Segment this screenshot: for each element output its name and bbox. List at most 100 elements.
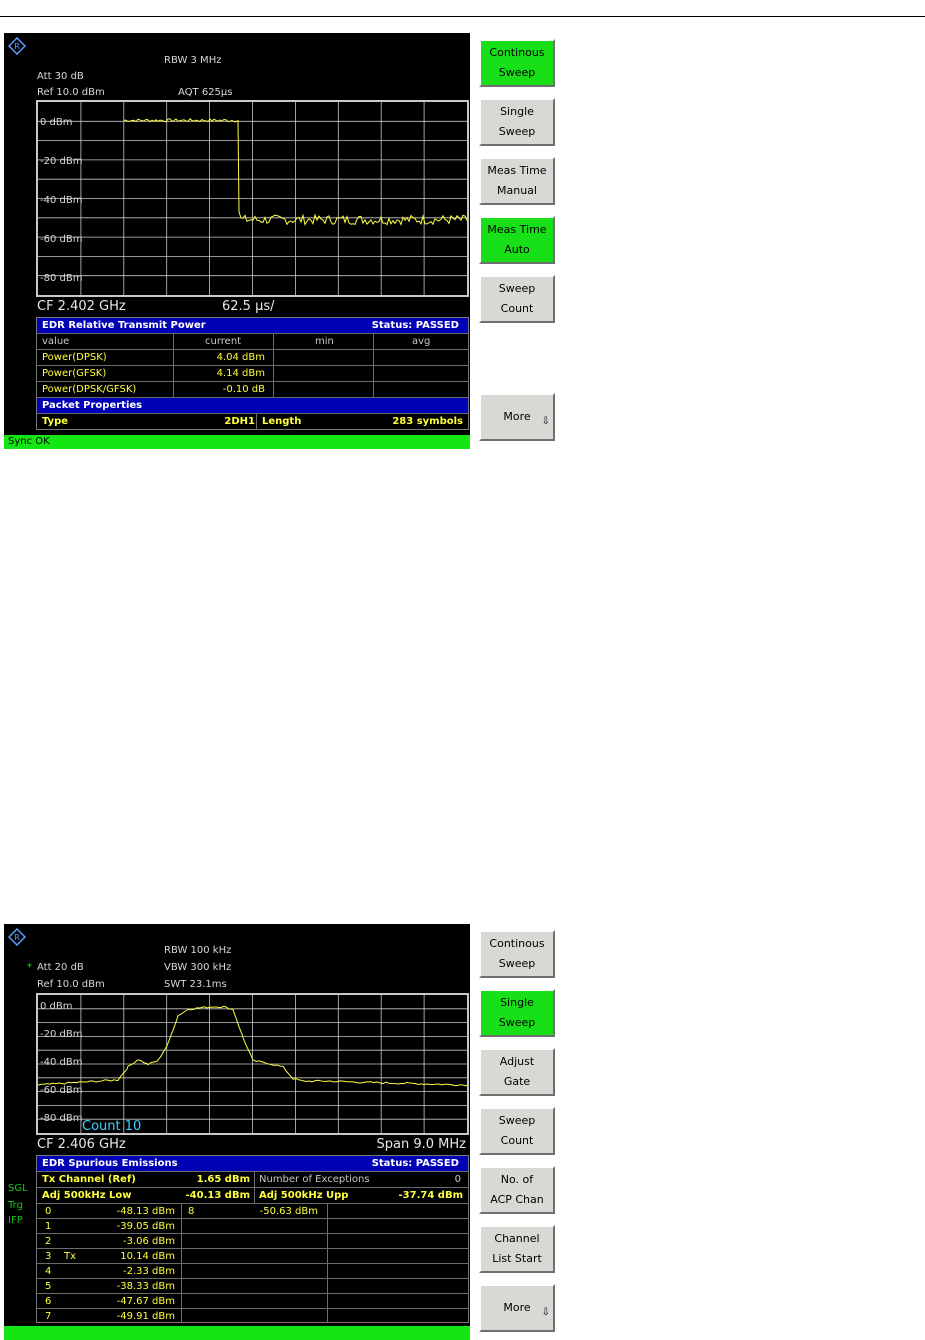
channel-num: 6: [45, 1296, 52, 1307]
y-label: -20 dBm: [40, 1029, 83, 1040]
adjacent-row: Adj 500kHz Low -40.13 dBm Adj 500kHz Upp…: [37, 1188, 468, 1204]
more-button[interactable]: More ⇩: [479, 1284, 555, 1332]
rs-logo-icon: R: [8, 928, 26, 946]
svg-text:R: R: [14, 42, 20, 51]
span-label: Span 9.0 MHz: [376, 1137, 466, 1152]
adj-low-label: Adj 500kHz Low: [42, 1190, 132, 1201]
packet-title-bar: Packet Properties: [37, 398, 468, 414]
screen1-display: R RBW 3 MHz Att 30 dB Ref 10.0 dBm AQT 6…: [4, 33, 470, 449]
channel-num: 0: [45, 1206, 52, 1217]
row-label: Power(DPSK): [42, 352, 107, 363]
packet-length-label: Length: [262, 416, 302, 427]
channel-value: -50.63 dBm: [259, 1206, 318, 1217]
row-current: 4.04 dBm: [216, 352, 265, 363]
y-label: -40 dBm: [40, 1057, 83, 1068]
channel-num: 5: [45, 1281, 52, 1292]
y-label: -40 dBm: [40, 195, 83, 206]
col-header-value: value: [42, 336, 70, 347]
table-row: 0 -48.13 dBm 8 -50.63 dBm: [37, 1204, 468, 1219]
swt-label: SWT 23.1ms: [164, 979, 227, 990]
ref-label: Ref 10.0 dBm: [37, 979, 105, 990]
channel-list-start-button[interactable]: Channel List Start: [479, 1225, 555, 1273]
result-title: EDR Spurious Emissions: [42, 1158, 178, 1169]
trace-grid: 0 dBm -20 dBm -40 dBm -60 dBm -80 dBm: [36, 100, 469, 297]
col-header-min: min: [315, 336, 334, 347]
more-button[interactable]: More ⇩: [479, 393, 555, 441]
y-label: -80 dBm: [40, 273, 83, 284]
adj-low-value: -40.13 dBm: [185, 1190, 250, 1201]
row-current: -0.10 dB: [222, 384, 265, 395]
table-row: 2 -3.06 dBm: [37, 1234, 468, 1249]
single-sweep-button[interactable]: Single Sweep: [479, 98, 555, 146]
meas-time-auto-button[interactable]: Meas Time Auto: [479, 216, 555, 264]
channel-num: 7: [45, 1311, 52, 1322]
channel-value: -48.13 dBm: [116, 1206, 175, 1217]
ifp-indicator: IFP: [8, 1215, 23, 1226]
channel-value: -3.06 dBm: [122, 1236, 175, 1247]
channel-value: -39.05 dBm: [116, 1221, 175, 1232]
exceptions-value: 0: [454, 1174, 461, 1185]
sgl-indicator: SGL: [8, 1183, 28, 1194]
channel-num: 8: [188, 1206, 195, 1217]
rbw-label: RBW 3 MHz: [164, 55, 222, 66]
acp-channel-count-button[interactable]: No. of ACP Chan: [479, 1166, 555, 1214]
status-bar: Sync OK: [4, 435, 470, 449]
y-label: -20 dBm: [40, 156, 83, 167]
center-frequency: CF 2.406 GHz: [37, 1137, 126, 1152]
table-row: 4 -2.33 dBm: [37, 1264, 468, 1279]
channel-value: -2.33 dBm: [122, 1266, 175, 1277]
row-label: Power(DPSK/GFSK): [42, 384, 137, 395]
y-label: 0 dBm: [40, 1001, 73, 1012]
channel-value: -38.33 dBm: [116, 1281, 175, 1292]
column-divider: [327, 1204, 328, 1323]
col-header-avg: avg: [412, 336, 431, 347]
channel-num: 1: [45, 1221, 52, 1232]
packet-type-value: 2DH1: [224, 416, 255, 427]
table-row: 3 Tx 10.14 dBm: [37, 1249, 468, 1264]
arrow-down-icon: ⇩: [541, 1307, 550, 1318]
channel-num: 2: [45, 1236, 52, 1247]
result-table: EDR Relative Transmit Power Status: PASS…: [36, 317, 469, 430]
trg-indicator: Trg: [8, 1200, 23, 1211]
trace-plot: [38, 102, 467, 295]
column-divider: [373, 334, 374, 398]
table-row: 5 -38.33 dBm: [37, 1279, 468, 1294]
att-marker: *: [27, 962, 32, 973]
channel-value: -47.67 dBm: [116, 1296, 175, 1307]
ref-label: Ref 10.0 dBm: [37, 87, 105, 98]
channel-num: 3: [45, 1251, 52, 1262]
packet-type-label: Type: [42, 416, 69, 427]
adj-upp-value: -37.74 dBm: [398, 1190, 463, 1201]
column-divider: [254, 1172, 255, 1204]
page-top-rule: [0, 16, 925, 17]
result-title-bar: EDR Spurious Emissions Status: PASSED: [37, 1156, 468, 1172]
channel-value: 10.14 dBm: [120, 1251, 175, 1262]
continous-sweep-button[interactable]: Continous Sweep: [479, 39, 555, 87]
column-divider: [273, 334, 274, 398]
column-divider: [181, 1204, 182, 1323]
aqt-label: AQT 625µs: [178, 87, 233, 98]
screen2-display: R RBW 100 kHz * Att 20 dB VBW 300 kHz Re…: [4, 924, 470, 1340]
sweep-count-button[interactable]: Sweep Count: [479, 275, 555, 323]
meas-time-manual-button[interactable]: Meas Time Manual: [479, 157, 555, 205]
rs-logo-icon: R: [8, 37, 26, 55]
adjust-gate-button[interactable]: Adjust Gate: [479, 1048, 555, 1096]
time-scale: 62.5 µs/: [222, 299, 275, 314]
vbw-label: VBW 300 kHz: [164, 962, 232, 973]
packet-length-value: 283 symbols: [392, 416, 463, 427]
sweep-count-button[interactable]: Sweep Count: [479, 1107, 555, 1155]
table-row: Power(DPSK) 4.04 dBm: [37, 350, 468, 366]
spurious-table: EDR Spurious Emissions Status: PASSED Tx…: [36, 1155, 469, 1323]
arrow-down-icon: ⇩: [541, 416, 550, 427]
svg-text:R: R: [14, 933, 20, 942]
spectrum-plot: [38, 995, 467, 1133]
y-label: -60 dBm: [40, 1085, 83, 1096]
tx-channel-row: Tx Channel (Ref) 1.65 dBm Number of Exce…: [37, 1172, 468, 1188]
more-label: More: [503, 1301, 531, 1314]
adj-upp-label: Adj 500kHz Upp: [259, 1190, 349, 1201]
single-sweep-button[interactable]: Single Sweep: [479, 989, 555, 1037]
channel-tag: Tx: [64, 1251, 77, 1262]
continous-sweep-button[interactable]: Continous Sweep: [479, 930, 555, 978]
rbw-label: RBW 100 kHz: [164, 945, 232, 956]
result-title-bar: EDR Relative Transmit Power Status: PASS…: [37, 318, 468, 334]
